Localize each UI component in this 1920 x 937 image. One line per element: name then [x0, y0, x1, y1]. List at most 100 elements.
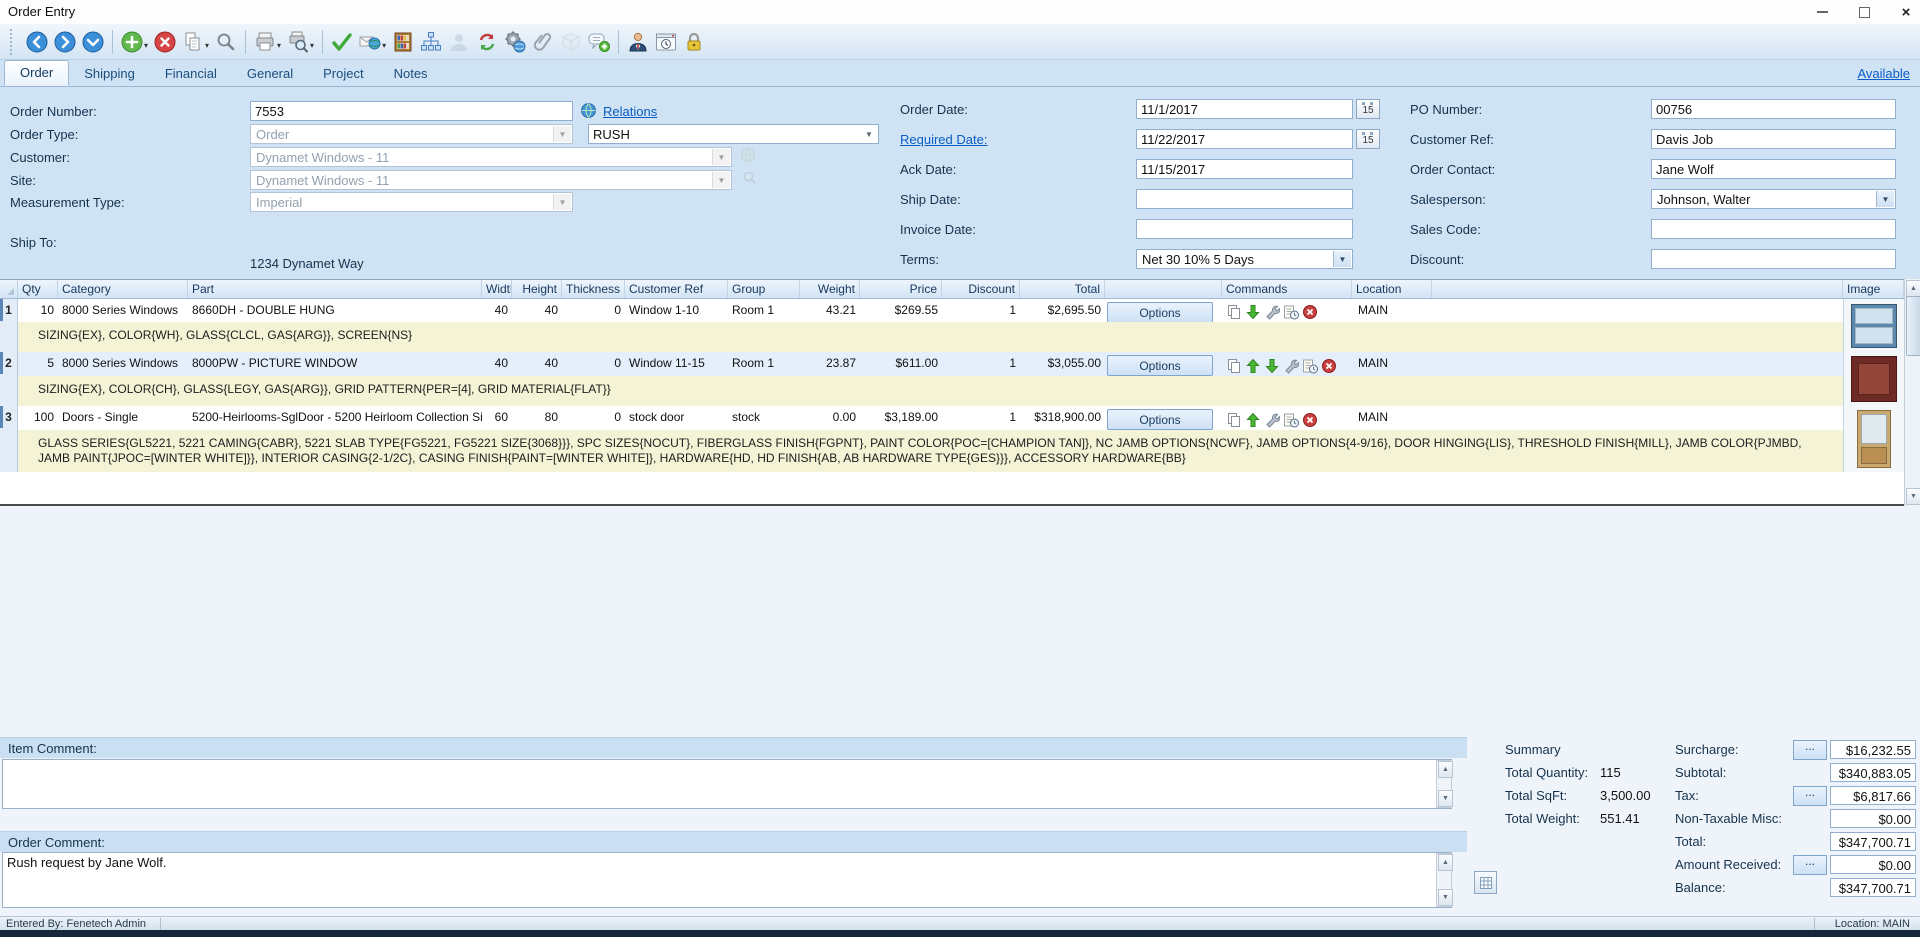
- cell-thickness[interactable]: 0: [562, 406, 625, 430]
- cell-thickness[interactable]: 0: [562, 299, 625, 322]
- col-header-total[interactable]: Total: [1020, 280, 1105, 298]
- cell-price[interactable]: $3,189.00: [860, 406, 942, 430]
- attachment-icon[interactable]: [529, 28, 557, 56]
- cell-location[interactable]: MAIN: [1352, 299, 1432, 322]
- discount-input[interactable]: [1651, 249, 1896, 269]
- cell-discount[interactable]: 1: [942, 352, 1020, 376]
- cell-customer-ref[interactable]: Window 11-15: [625, 352, 728, 376]
- cell-weight[interactable]: 0.00: [800, 406, 860, 430]
- customer-ref-input[interactable]: [1651, 129, 1896, 149]
- move-down-icon[interactable]: [1245, 304, 1261, 320]
- copy-dropdown-caret[interactable]: ▾: [205, 41, 209, 50]
- tab-shipping[interactable]: Shipping: [69, 62, 150, 86]
- cell-group[interactable]: stock: [728, 406, 800, 430]
- cell-location[interactable]: MAIN: [1352, 406, 1432, 430]
- cell-total[interactable]: $2,695.50: [1020, 299, 1105, 322]
- lock-icon[interactable]: [680, 28, 708, 56]
- delete-icon[interactable]: [151, 28, 179, 56]
- add-dropdown-caret[interactable]: ▾: [144, 41, 148, 50]
- relations-link[interactable]: Relations: [603, 104, 657, 119]
- sales-code-input[interactable]: [1651, 219, 1896, 239]
- cell-width[interactable]: 60: [482, 406, 512, 430]
- edit-wrench-icon[interactable]: [1264, 412, 1280, 428]
- cell-price[interactable]: $611.00: [860, 352, 942, 376]
- copy-icon[interactable]: [179, 28, 207, 56]
- maximize-button[interactable]: [1856, 4, 1872, 20]
- cell-group[interactable]: Room 1: [728, 352, 800, 376]
- cell-location[interactable]: MAIN: [1352, 352, 1432, 376]
- cell-discount[interactable]: 1: [942, 406, 1020, 430]
- cell-category[interactable]: 8000 Series Windows: [58, 352, 188, 376]
- col-header-image[interactable]: Image: [1843, 280, 1904, 298]
- po-number-input[interactable]: [1651, 99, 1896, 119]
- send-email-icon[interactable]: [356, 28, 384, 56]
- chevron-down-icon[interactable]: ▼: [1333, 251, 1351, 267]
- salesperson-dropdown[interactable]: Johnson, Walter▼: [1651, 189, 1896, 209]
- tax-ellipsis-button[interactable]: ...: [1793, 786, 1827, 806]
- scheduler-icon[interactable]: [652, 28, 680, 56]
- options-button[interactable]: Options: [1107, 409, 1213, 430]
- tab-notes[interactable]: Notes: [379, 62, 443, 86]
- schedule-note-icon[interactable]: [1283, 412, 1299, 428]
- col-header-weight[interactable]: Weight: [800, 280, 860, 298]
- ack-date-input[interactable]: [1136, 159, 1353, 179]
- col-header-part[interactable]: Part: [188, 280, 482, 298]
- col-header-thickness[interactable]: Thickness: [562, 280, 625, 298]
- scroll-up-icon[interactable]: ▲: [1438, 854, 1453, 871]
- tab-order[interactable]: Order: [4, 60, 69, 86]
- move-down-icon[interactable]: [1264, 358, 1280, 374]
- scroll-up-icon[interactable]: ▲: [1438, 761, 1453, 778]
- scroll-down-icon[interactable]: ▼: [1438, 889, 1453, 906]
- back-icon[interactable]: [23, 28, 51, 56]
- surcharge-ellipsis-button[interactable]: ...: [1793, 740, 1827, 760]
- cell-discount[interactable]: 1: [942, 299, 1020, 322]
- copy-row-icon[interactable]: [1226, 358, 1242, 374]
- cell-qty[interactable]: 10: [18, 299, 58, 322]
- required-date-calendar-button[interactable]: 15: [1356, 129, 1380, 149]
- col-header-price[interactable]: Price: [860, 280, 942, 298]
- ship-date-input[interactable]: [1136, 189, 1353, 209]
- search-icon[interactable]: [212, 28, 240, 56]
- rush-combo[interactable]: [588, 124, 879, 144]
- move-up-icon[interactable]: [1245, 412, 1261, 428]
- schedule-note-icon[interactable]: [1302, 358, 1318, 374]
- print-icon[interactable]: [251, 28, 279, 56]
- settings-icon[interactable]: [501, 28, 529, 56]
- tab-project[interactable]: Project: [308, 62, 378, 86]
- down-icon[interactable]: [79, 28, 107, 56]
- add-icon[interactable]: [118, 28, 146, 56]
- cell-category[interactable]: Doors - Single: [58, 406, 188, 430]
- col-header-group[interactable]: Group: [728, 280, 800, 298]
- move-up-icon[interactable]: [1245, 358, 1261, 374]
- close-button[interactable]: ×: [1898, 4, 1914, 20]
- item-comment-textarea[interactable]: [2, 759, 1452, 809]
- col-header-customer-ref[interactable]: Customer Ref: [625, 280, 728, 298]
- order-date-input[interactable]: [1136, 99, 1353, 119]
- cell-width[interactable]: 40: [482, 352, 512, 376]
- order-comment-textarea[interactable]: Rush request by Jane Wolf.: [2, 852, 1452, 908]
- cell-qty[interactable]: 100: [18, 406, 58, 430]
- required-date-link[interactable]: Required Date:: [900, 132, 987, 147]
- cell-customer-ref[interactable]: Window 1-10: [625, 299, 728, 322]
- sync-icon[interactable]: [473, 28, 501, 56]
- tab-general[interactable]: General: [232, 62, 308, 86]
- col-header-category[interactable]: Category: [58, 280, 188, 298]
- cell-part[interactable]: 8000PW - PICTURE WINDOW: [188, 352, 482, 376]
- row-selector[interactable]: 3: [0, 406, 18, 472]
- cell-height[interactable]: 40: [512, 299, 562, 322]
- order-comment-scrollbar[interactable]: ▲ ▼: [1436, 853, 1452, 907]
- cell-customer-ref[interactable]: stock door: [625, 406, 728, 430]
- validate-icon[interactable]: [328, 28, 356, 56]
- cell-group[interactable]: Room 1: [728, 299, 800, 322]
- select-all-corner[interactable]: [0, 280, 18, 298]
- print-preview-dropdown-caret[interactable]: ▾: [310, 41, 314, 50]
- col-header-location[interactable]: Location: [1352, 280, 1432, 298]
- cell-part[interactable]: 8660DH - DOUBLE HUNG: [188, 299, 482, 322]
- cell-total[interactable]: $318,900.00: [1020, 406, 1105, 430]
- amount-received-ellipsis-button[interactable]: ...: [1793, 855, 1827, 875]
- invoice-date-input[interactable]: [1136, 219, 1353, 239]
- cell-weight[interactable]: 43.21: [800, 299, 860, 322]
- cell-width[interactable]: 40: [482, 299, 512, 322]
- delete-row-icon[interactable]: [1302, 412, 1318, 428]
- table-row[interactable]: 1 10 8000 Series Windows 8660DH - DOUBLE…: [0, 299, 1904, 352]
